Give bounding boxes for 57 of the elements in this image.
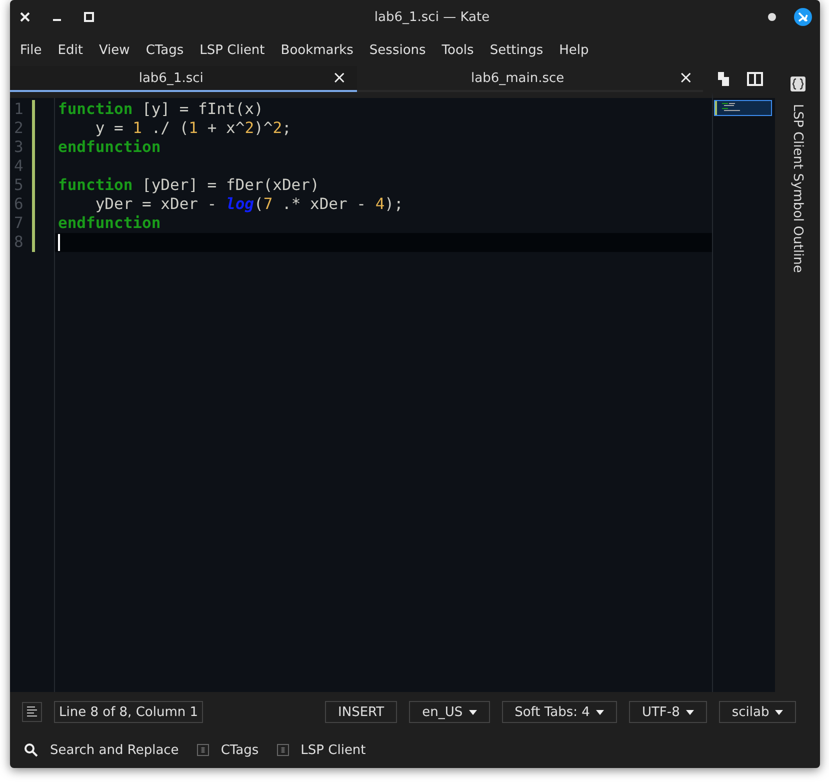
menu-item[interactable]: Tools [434, 42, 482, 58]
document-lines-icon[interactable] [22, 702, 42, 722]
menu-item[interactable]: CTags [138, 42, 192, 58]
menu-item[interactable]: View [90, 42, 138, 58]
status-dropdown[interactable]: Soft Tabs: 4 [502, 701, 617, 723]
line-number: 7 [10, 214, 35, 233]
minimap-drawing[interactable] [714, 100, 772, 116]
status-dropdown[interactable]: scilab [718, 701, 796, 723]
tool-view-button[interactable]: Search and Replace [24, 742, 187, 758]
code-line: function [yDer] = fDer(xDer) [57, 176, 320, 195]
menu-item[interactable]: LSP Client [192, 42, 273, 58]
side-panel-tab[interactable]: LSP Client Symbol Outline [790, 104, 805, 273]
dropdown-caret-icon [686, 710, 694, 714]
braces-icon[interactable] [790, 76, 806, 92]
line-number: 5 [10, 176, 35, 195]
code-line: function [y] = fInt(x) [57, 100, 264, 119]
panel-icon [196, 744, 209, 756]
close-icon[interactable] [20, 12, 30, 22]
tab-close-button[interactable]: × [678, 68, 693, 88]
menu-item[interactable]: Sessions [361, 42, 434, 58]
code-line: yDer = xDer - log(7 .* xDer - 4); [94, 195, 404, 214]
code-line: y = 1 ./ (1 + x^2)^2; [94, 119, 292, 138]
menu-item[interactable]: File [12, 42, 50, 58]
line-number: 4 [10, 157, 35, 176]
tab-label: lab6_main.sce [470, 70, 566, 86]
line-number: 1 [10, 100, 35, 119]
line-number: 2 [10, 119, 35, 138]
dropdown-caret-icon [596, 710, 604, 714]
tool-view-button[interactable]: CTags [196, 742, 267, 758]
split-view-icon[interactable] [747, 72, 763, 86]
line-number: 3 [10, 138, 35, 157]
cursor-position-field[interactable]: Line 8 of 8, Column 1 [54, 701, 204, 723]
dropdown-caret-icon [775, 710, 784, 714]
app-logo-icon [794, 8, 812, 26]
search-icon [24, 743, 38, 757]
code-editor[interactable]: 1 2 3 4 5 6 7 8 function [y] = fInt(x) y = 1 ./ (1 + x^2)^2; endfunction function [yDer] = fDer(xDer) yDer = xDer - log(7 .* xDer - 4); endfunction [10, 92, 712, 692]
text-cursor [58, 234, 60, 251]
code-line: endfunction [57, 214, 162, 233]
tab-label: lab6_1.sci [138, 70, 204, 86]
line-number: 6 [10, 195, 35, 214]
tab-close-button[interactable]: × [332, 68, 346, 88]
status-dropdown[interactable]: UTF-8 [628, 701, 707, 723]
maximize-icon[interactable] [84, 12, 94, 22]
menu-item[interactable]: Bookmarks [272, 42, 362, 58]
menu-item[interactable]: Help [551, 42, 597, 58]
panel-icon [276, 744, 289, 756]
code-line: endfunction [57, 138, 162, 157]
menu-item[interactable]: Settings [482, 42, 552, 58]
dropdown-caret-icon [468, 710, 477, 714]
documents-icon[interactable] [717, 72, 731, 86]
menu-item[interactable]: Edit [50, 42, 91, 58]
line-number: 8 [10, 233, 35, 252]
tool-view-button[interactable]: LSP Client [276, 742, 374, 758]
window-title: lab6_1.sci — Kate [373, 10, 491, 24]
input-mode-button[interactable]: INSERT [325, 701, 398, 723]
status-dropdown[interactable]: en_US [409, 701, 490, 723]
editor-tab[interactable]: lab6_1.sci × [10, 66, 356, 92]
